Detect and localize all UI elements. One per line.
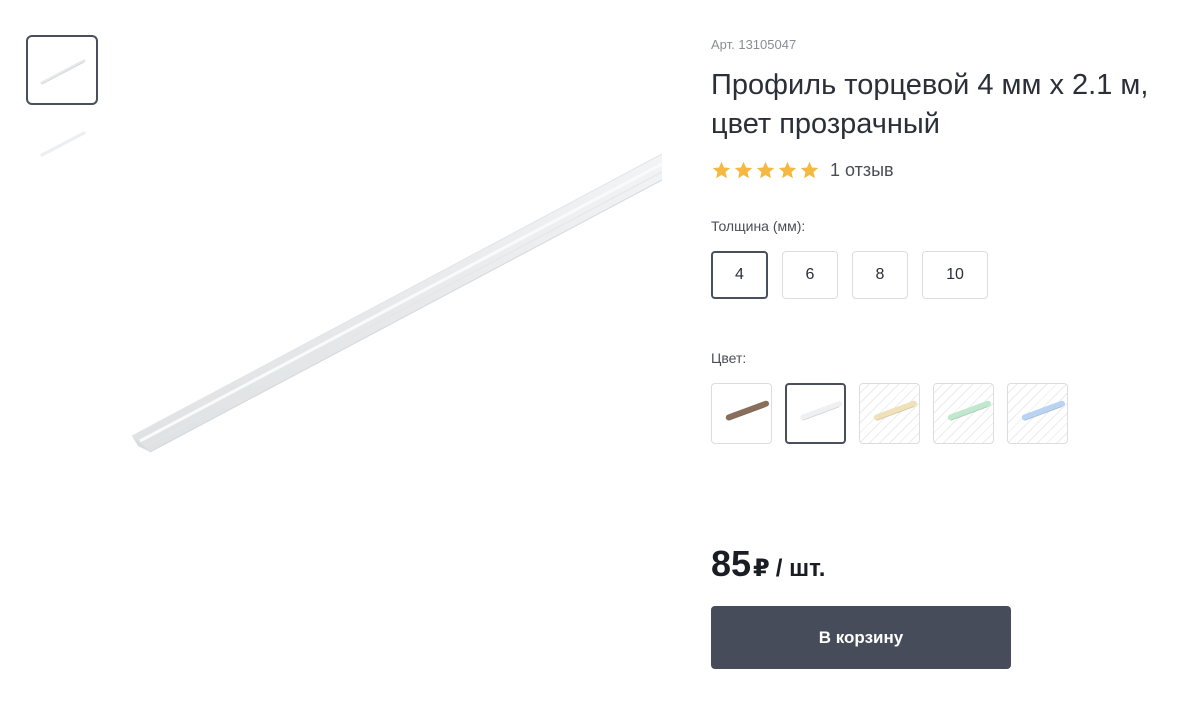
star-icon — [756, 161, 775, 179]
color-swatch-image — [725, 400, 770, 421]
price-unit: / шт. — [775, 555, 826, 582]
thickness-option-10[interactable]: 10 — [922, 251, 988, 299]
add-to-cart-button[interactable]: В корзину — [711, 606, 1011, 669]
rating: 1 отзыв — [711, 160, 894, 181]
color-swatch-image — [947, 400, 992, 421]
star-icon — [800, 161, 819, 179]
color-swatch-3[interactable] — [859, 383, 920, 444]
profile-thumbnail-image — [40, 131, 86, 157]
price: 85 ₽ / шт. — [711, 543, 825, 585]
color-label: Цвет: — [711, 350, 747, 366]
star-icon — [778, 161, 797, 179]
price-amount: 85 — [711, 543, 752, 584]
star-icon — [712, 161, 731, 179]
color-swatch-image — [1021, 400, 1066, 421]
thickness-option-4[interactable]: 4 — [711, 251, 768, 299]
thickness-options: 4 6 8 10 — [711, 251, 1002, 299]
product-title: Профиль торцевой 4 мм х 2.1 м, цвет проз… — [711, 69, 1149, 140]
rating-stars — [711, 160, 820, 181]
star-icon — [734, 161, 753, 179]
reviews-link[interactable]: 1 отзыв — [830, 160, 894, 181]
color-swatch-4[interactable] — [933, 383, 994, 444]
price-currency: ₽ — [753, 555, 770, 582]
color-swatch-image — [873, 400, 918, 421]
profile-thumbnail-image — [40, 59, 86, 85]
color-swatch-1[interactable] — [711, 383, 772, 444]
thickness-label: Толщина (мм): — [711, 218, 806, 234]
product-main-image — [131, 153, 663, 453]
color-swatch-image — [800, 401, 843, 421]
thumbnail-2[interactable] — [26, 107, 98, 177]
article-number: Арт. 13105047 — [711, 37, 797, 52]
thickness-option-6[interactable]: 6 — [782, 251, 838, 299]
color-swatch-2[interactable] — [785, 383, 846, 444]
thumbnail-1[interactable] — [26, 35, 98, 105]
thickness-option-8[interactable]: 8 — [852, 251, 908, 299]
color-swatch-5[interactable] — [1007, 383, 1068, 444]
thumbnail-list — [26, 35, 98, 179]
color-swatches — [711, 383, 1081, 444]
